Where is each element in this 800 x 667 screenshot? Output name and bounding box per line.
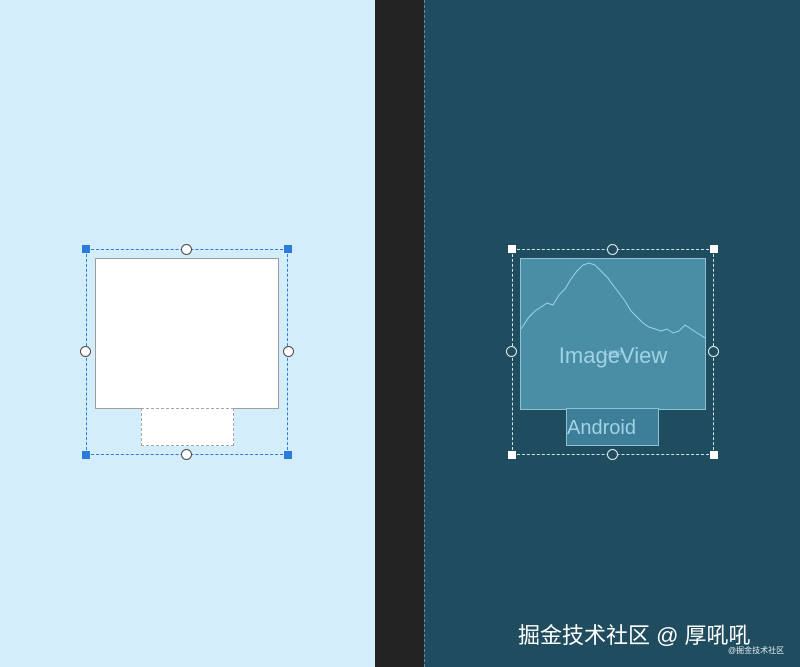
bp-resize-handle-bottom-right[interactable] xyxy=(710,451,718,459)
constraint-handle-left[interactable] xyxy=(80,346,91,357)
resize-handle-bottom-right[interactable] xyxy=(284,451,292,459)
constraint-handle-bottom[interactable] xyxy=(181,449,192,460)
bp-constraint-handle-right[interactable] xyxy=(708,346,719,357)
blueprint-selection-box[interactable] xyxy=(512,249,714,455)
pane-divider[interactable] xyxy=(375,0,424,667)
constraint-handle-top[interactable] xyxy=(181,244,192,255)
watermark-small-text: @掘金技术社区 xyxy=(728,646,785,655)
watermark-text: 掘金技术社区 @ 厚吼吼 xyxy=(518,623,751,648)
resize-handle-bottom-left[interactable] xyxy=(82,451,90,459)
resize-handle-top-left[interactable] xyxy=(82,245,90,253)
design-selection-box[interactable] xyxy=(86,249,288,455)
bp-constraint-handle-bottom[interactable] xyxy=(607,449,618,460)
bp-resize-handle-bottom-left[interactable] xyxy=(508,451,516,459)
bp-constraint-handle-left[interactable] xyxy=(506,346,517,357)
resize-handle-top-right[interactable] xyxy=(284,245,292,253)
constraint-handle-right[interactable] xyxy=(283,346,294,357)
bp-resize-handle-top-left[interactable] xyxy=(508,245,516,253)
bp-resize-handle-top-right[interactable] xyxy=(710,245,718,253)
bp-constraint-handle-top[interactable] xyxy=(607,244,618,255)
